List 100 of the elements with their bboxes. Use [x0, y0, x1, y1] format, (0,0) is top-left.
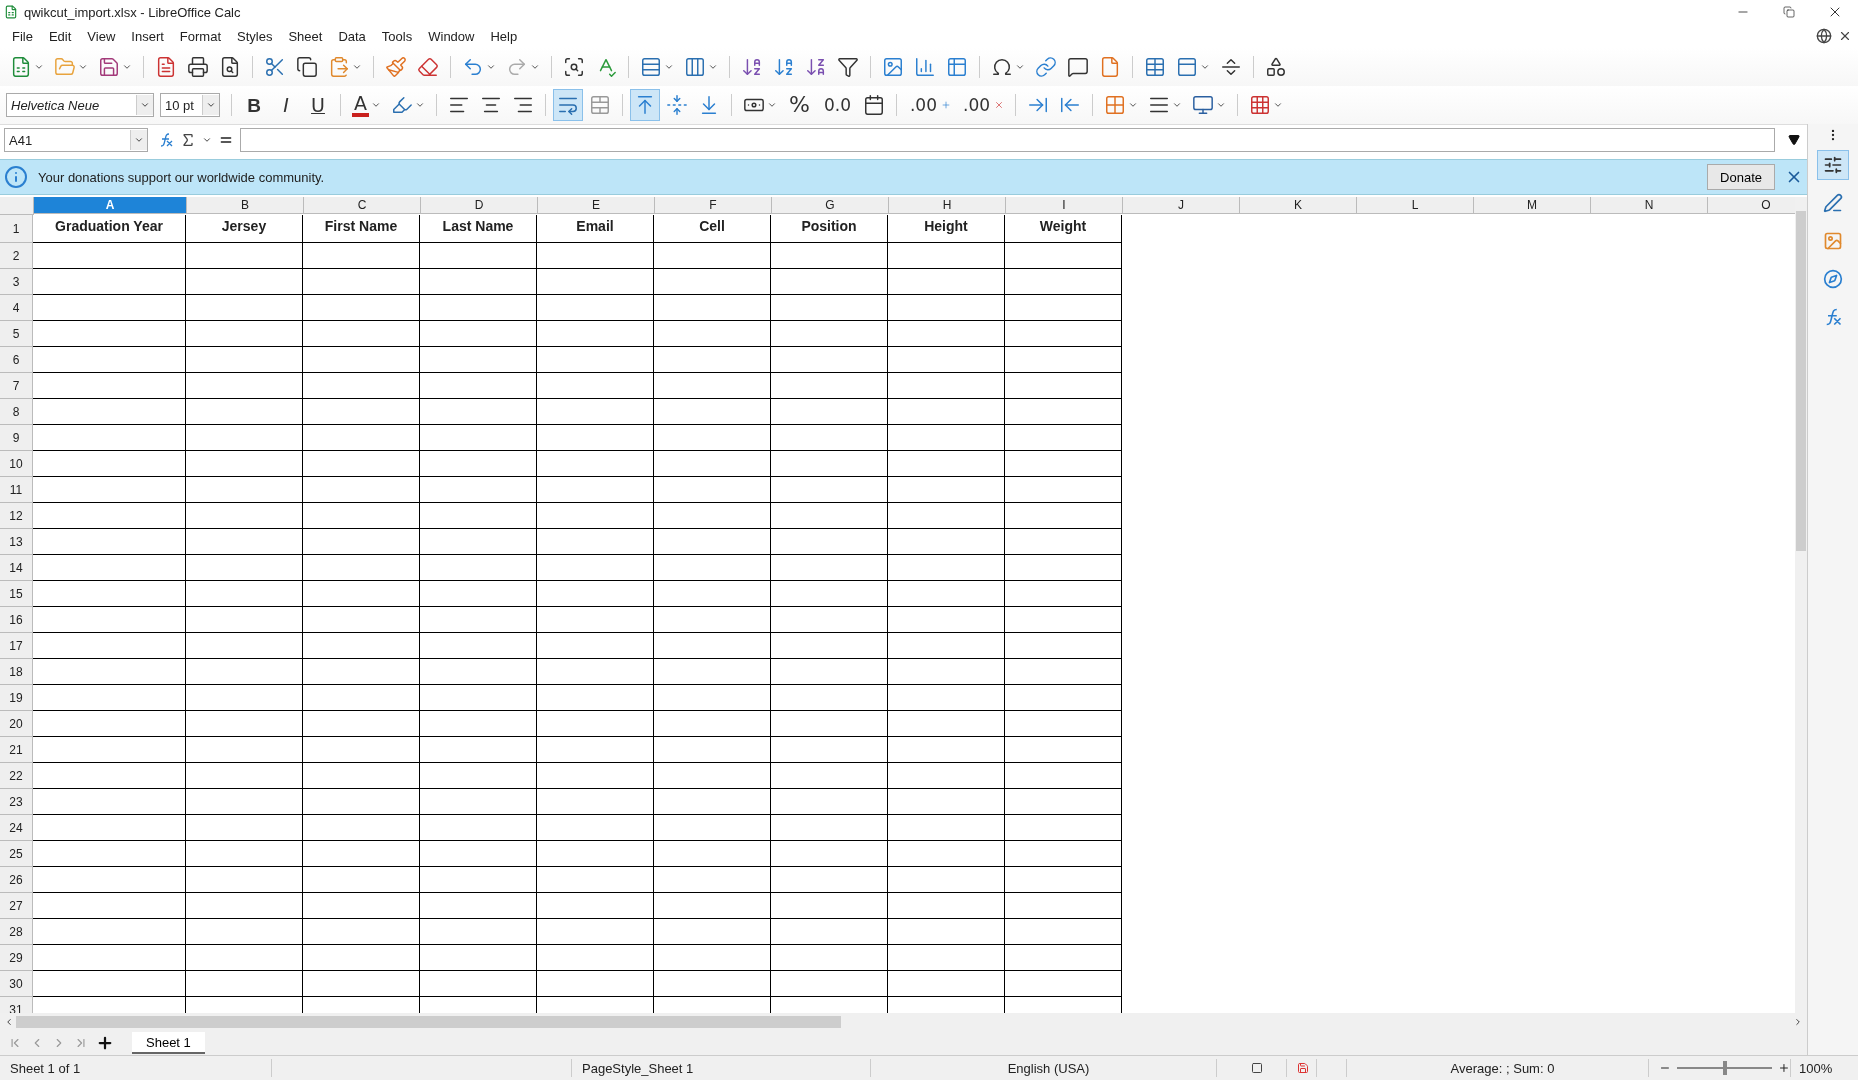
caret-icon: [415, 100, 425, 110]
row-header[interactable]: 1: [0, 215, 33, 243]
column-header[interactable]: G: [772, 197, 889, 214]
row-header[interactable]: 24: [0, 815, 33, 841]
scroll-right-icon[interactable]: [1793, 1017, 1803, 1027]
row-header[interactable]: 25: [0, 841, 33, 867]
row-header[interactable]: 31: [0, 997, 33, 1013]
row-header[interactable]: 22: [0, 763, 33, 789]
column-header[interactable]: B: [187, 197, 304, 214]
zoom-thumb[interactable]: [1722, 1061, 1727, 1075]
pen-icon: [1823, 193, 1843, 213]
underline-button[interactable]: U: [303, 89, 333, 121]
zoom-level[interactable]: 100%: [1791, 1060, 1833, 1076]
wrap-button[interactable]: [553, 89, 583, 121]
zoom-in-icon[interactable]: [1778, 1062, 1790, 1074]
row-header[interactable]: 7: [0, 373, 33, 399]
sum-icon[interactable]: [180, 132, 196, 148]
row-header[interactable]: 4: [0, 295, 33, 321]
add-sheet-icon[interactable]: [96, 1034, 114, 1052]
row-header[interactable]: 26: [0, 867, 33, 893]
caret-icon: [767, 100, 777, 110]
copy-icon: [296, 56, 318, 78]
row-header[interactable]: 19: [0, 685, 33, 711]
font-color-button[interactable]: A: [348, 89, 385, 121]
row-header[interactable]: 3: [0, 269, 33, 295]
italic-button[interactable]: I: [271, 89, 301, 121]
document-modified-icon[interactable]: [1297, 1062, 1309, 1074]
row-header[interactable]: 14: [0, 555, 33, 581]
column-header[interactable]: L: [1357, 197, 1474, 214]
menu-item[interactable]: Data: [330, 26, 374, 46]
percent-button[interactable]: %: [783, 89, 816, 121]
name-box[interactable]: A41: [4, 128, 148, 152]
column-header[interactable]: M: [1474, 197, 1591, 214]
info-icon: [4, 165, 28, 189]
scroll-left-icon[interactable]: [4, 1017, 14, 1027]
font-name-field[interactable]: Helvetica Neue: [6, 93, 154, 117]
horizontal-scrollbar[interactable]: [16, 1016, 841, 1028]
column-header[interactable]: F: [655, 197, 772, 214]
row-header[interactable]: 16: [0, 607, 33, 633]
row-header[interactable]: 21: [0, 737, 33, 763]
column-header[interactable]: J: [1123, 197, 1240, 214]
font-size-field[interactable]: 10 pt: [160, 93, 220, 117]
menu-item[interactable]: Help: [482, 26, 526, 46]
row-header[interactable]: 13: [0, 529, 33, 555]
menu-item[interactable]: Tools: [373, 26, 421, 46]
column-header[interactable]: H: [889, 197, 1006, 214]
column-header[interactable]: E: [538, 197, 655, 214]
sheet-tab[interactable]: Sheet 1: [132, 1032, 205, 1054]
search-icon: [563, 56, 585, 78]
row-header[interactable]: 20: [0, 711, 33, 737]
row-header[interactable]: 18: [0, 659, 33, 685]
calendar-icon: [862, 94, 885, 116]
bold-button[interactable]: B: [239, 89, 269, 121]
close-icon[interactable]: [1838, 29, 1852, 43]
menu-item[interactable]: View: [79, 26, 124, 46]
column-header[interactable]: D: [421, 197, 538, 214]
comment-icon: [1067, 56, 1089, 78]
row-header[interactable]: 6: [0, 347, 33, 373]
row-header[interactable]: 5: [0, 321, 33, 347]
undo-icon: [462, 56, 484, 78]
row-header[interactable]: 2: [0, 243, 33, 269]
menu-item[interactable]: File: [4, 26, 41, 46]
row-header[interactable]: 11: [0, 477, 33, 503]
row-header[interactable]: 23: [0, 789, 33, 815]
column-header[interactable]: O: [1708, 197, 1795, 214]
row-header[interactable]: 9: [0, 425, 33, 451]
row-header[interactable]: 28: [0, 919, 33, 945]
column-header[interactable]: A: [34, 197, 187, 214]
add-decimal-button[interactable]: .00: [903, 89, 955, 121]
row-header[interactable]: 8: [0, 399, 33, 425]
row-header[interactable]: 29: [0, 945, 33, 971]
function-wizard-icon[interactable]: [158, 132, 174, 148]
column-header[interactable]: N: [1591, 197, 1708, 214]
row-header[interactable]: 30: [0, 971, 33, 997]
row-header[interactable]: 27: [0, 893, 33, 919]
caret-icon[interactable]: [202, 135, 212, 145]
menu-item[interactable]: Edit: [40, 26, 80, 46]
properties-button[interactable]: [1817, 150, 1849, 180]
eraser-icon: [417, 56, 439, 78]
menu-item[interactable]: Window: [420, 26, 483, 46]
menu-item[interactable]: Insert: [123, 26, 172, 46]
menu-item[interactable]: Format: [171, 26, 229, 46]
donate-button[interactable]: Donate: [1707, 164, 1775, 190]
align-top-button[interactable]: [630, 89, 660, 121]
sort-descending-icon: [805, 56, 827, 78]
number-button[interactable]: 0.0: [817, 89, 857, 121]
row-header[interactable]: 10: [0, 451, 33, 477]
selection-mode-icon[interactable]: [1250, 1062, 1263, 1074]
column-header[interactable]: I: [1006, 197, 1123, 214]
delete-decimal-button[interactable]: .00: [957, 89, 1009, 121]
column-header[interactable]: K: [1240, 197, 1357, 214]
row-header[interactable]: 12: [0, 503, 33, 529]
menu-item[interactable]: Styles: [229, 26, 281, 46]
column-header[interactable]: C: [304, 197, 421, 214]
row-header[interactable]: 17: [0, 633, 33, 659]
vertical-scrollbar[interactable]: [1795, 197, 1807, 1013]
row-header[interactable]: 15: [0, 581, 33, 607]
globe-icon[interactable]: [1816, 28, 1832, 44]
menu-item[interactable]: Sheet: [280, 26, 331, 46]
formula-input[interactable]: [240, 128, 1775, 152]
